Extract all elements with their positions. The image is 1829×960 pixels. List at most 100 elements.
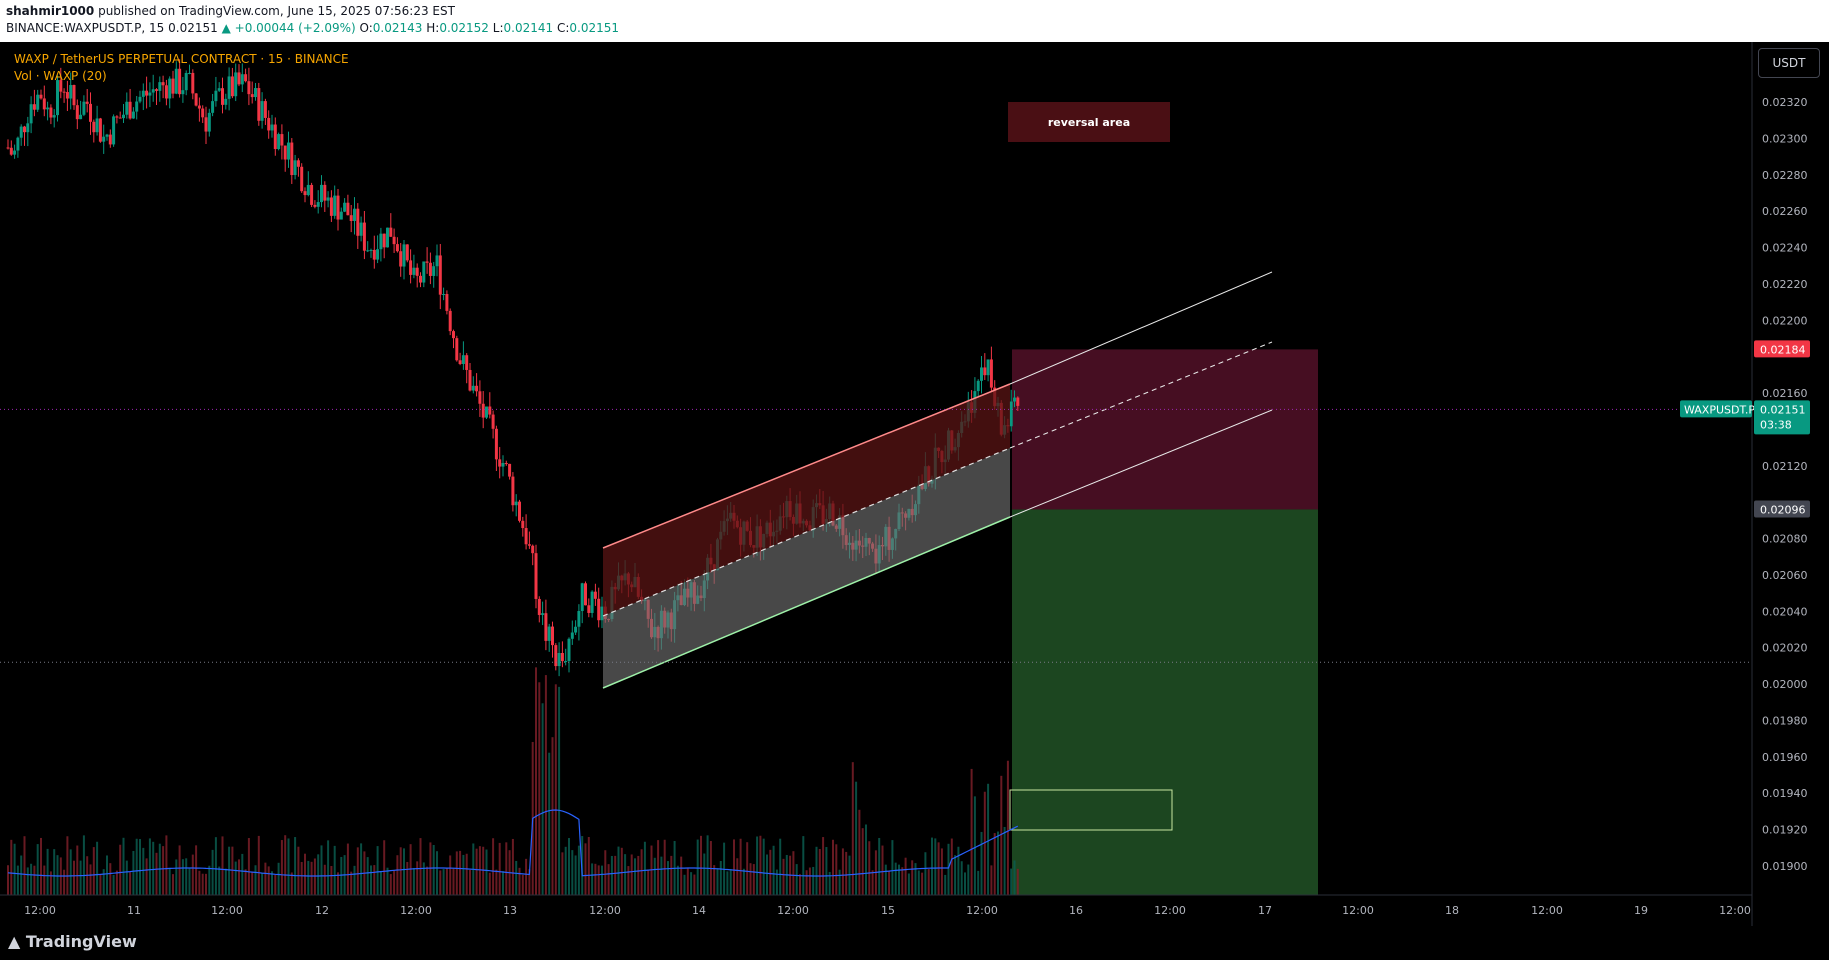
candle-body xyxy=(534,553,538,599)
author-name[interactable]: shahmir1000 xyxy=(6,4,94,18)
volume-bar xyxy=(221,836,224,895)
candle-body xyxy=(79,114,83,120)
candle-body xyxy=(145,90,149,96)
x-tick-label: 12:00 xyxy=(211,904,243,917)
candle-body xyxy=(343,202,347,212)
volume-bar xyxy=(663,839,666,895)
volume-bar xyxy=(703,853,706,895)
candle-body xyxy=(584,583,587,606)
x-tick-label: 17 xyxy=(1258,904,1272,917)
volume-bar xyxy=(320,845,323,895)
candle-body xyxy=(587,605,591,613)
volume-bar xyxy=(643,841,646,895)
volume-bar xyxy=(46,848,49,895)
candle-body xyxy=(442,294,446,296)
candle-body xyxy=(531,545,535,554)
volume-bar xyxy=(495,869,498,895)
y-tick-label: 0.02260 xyxy=(1762,205,1808,218)
volume-bar xyxy=(277,862,280,895)
y-tick-label: 0.01980 xyxy=(1762,714,1808,727)
low-label: L: xyxy=(492,21,504,35)
stop-price-tag: 0.02184 xyxy=(1760,343,1806,356)
volume-bar xyxy=(924,852,927,895)
volume-bar xyxy=(211,849,214,895)
volume-bar xyxy=(964,872,966,895)
volume-bar xyxy=(561,852,564,895)
volume-bar xyxy=(185,858,188,895)
volume-bar xyxy=(287,838,290,895)
candle-body xyxy=(567,638,571,662)
volume-bar xyxy=(548,752,551,895)
x-tick-label: 13 xyxy=(503,904,517,917)
volume-bar xyxy=(218,866,221,895)
candle-body xyxy=(188,72,191,74)
volume-bar xyxy=(294,837,297,895)
volume-bar xyxy=(911,860,914,895)
volume-bar xyxy=(554,684,557,895)
volume-bar xyxy=(92,847,95,895)
volume-bar xyxy=(525,858,528,895)
x-tick-label: 12 xyxy=(315,904,329,917)
candle-body xyxy=(356,208,360,236)
volume-bar xyxy=(396,855,399,895)
symbol-legend[interactable]: WAXP / TetherUS PERPETUAL CONTRACT · 15 … xyxy=(14,52,349,66)
volume-bar xyxy=(1000,775,1003,895)
candle-body xyxy=(280,134,284,146)
volume-bar xyxy=(980,831,983,895)
candle-body xyxy=(250,94,254,98)
candle-body xyxy=(369,249,373,251)
candle-body xyxy=(85,101,89,104)
volume-bar xyxy=(973,796,976,895)
candle-body xyxy=(237,72,241,85)
x-tick-label: 12:00 xyxy=(777,904,809,917)
tradingview-logo[interactable]: ▲ TradingView xyxy=(8,932,137,951)
candle-body xyxy=(461,355,465,365)
volume-bar xyxy=(881,845,884,895)
volume-bar xyxy=(907,873,910,895)
candle-body xyxy=(49,107,53,118)
ohlc-line: BINANCE:WAXPUSDT.P, 15 0.02151 ▲ +0.0004… xyxy=(6,21,619,35)
volume-bar xyxy=(442,869,445,895)
candle-body xyxy=(508,463,512,477)
volume-bar xyxy=(931,837,933,895)
volume-bar xyxy=(10,839,13,895)
chart-area[interactable]: reversal area 0.02320 0.02300 0.02280 0.022… xyxy=(0,42,1829,926)
volume-bar xyxy=(571,850,574,895)
candle-body xyxy=(574,626,578,633)
volume-bar xyxy=(191,854,194,895)
volume-bar xyxy=(802,836,805,895)
volume-bar xyxy=(772,845,775,895)
candle-body xyxy=(399,251,403,267)
volume-bar xyxy=(142,847,145,895)
candle-body xyxy=(98,118,102,142)
candle-body xyxy=(23,126,26,133)
entry-price-tag: 0.02096 xyxy=(1760,503,1806,516)
candle-body xyxy=(577,611,581,627)
volume-bar xyxy=(713,865,716,895)
candle-body xyxy=(230,76,234,97)
candle-body xyxy=(254,88,257,98)
volume-bar xyxy=(333,845,336,895)
candle-body xyxy=(9,147,13,155)
volume-bar xyxy=(898,864,900,895)
volume-legend[interactable]: Vol · WAXP (20) xyxy=(14,69,107,83)
candle-body xyxy=(19,126,23,138)
volume-bar xyxy=(597,865,600,895)
candle-body xyxy=(224,98,228,105)
candle-body xyxy=(989,359,993,388)
candle-body xyxy=(221,88,224,105)
candle-body xyxy=(544,613,548,641)
candle-body xyxy=(234,72,238,97)
candle-body xyxy=(16,137,20,151)
publish-header: shahmir1000 published on TradingView.com… xyxy=(0,0,1829,42)
volume-bar xyxy=(775,869,778,895)
candle-body xyxy=(455,338,459,361)
volume-bar xyxy=(716,868,719,895)
y-tick-label: 0.02320 xyxy=(1762,96,1808,109)
volume-bar xyxy=(795,864,798,895)
candle-body xyxy=(148,92,152,96)
price-chart[interactable]: reversal area 0.02320 0.02300 0.02280 0.022… xyxy=(0,42,1829,926)
y-tick-label: 0.02080 xyxy=(1762,533,1808,546)
currency-button[interactable]: USDT xyxy=(1758,48,1820,78)
volume-bar xyxy=(657,840,660,895)
